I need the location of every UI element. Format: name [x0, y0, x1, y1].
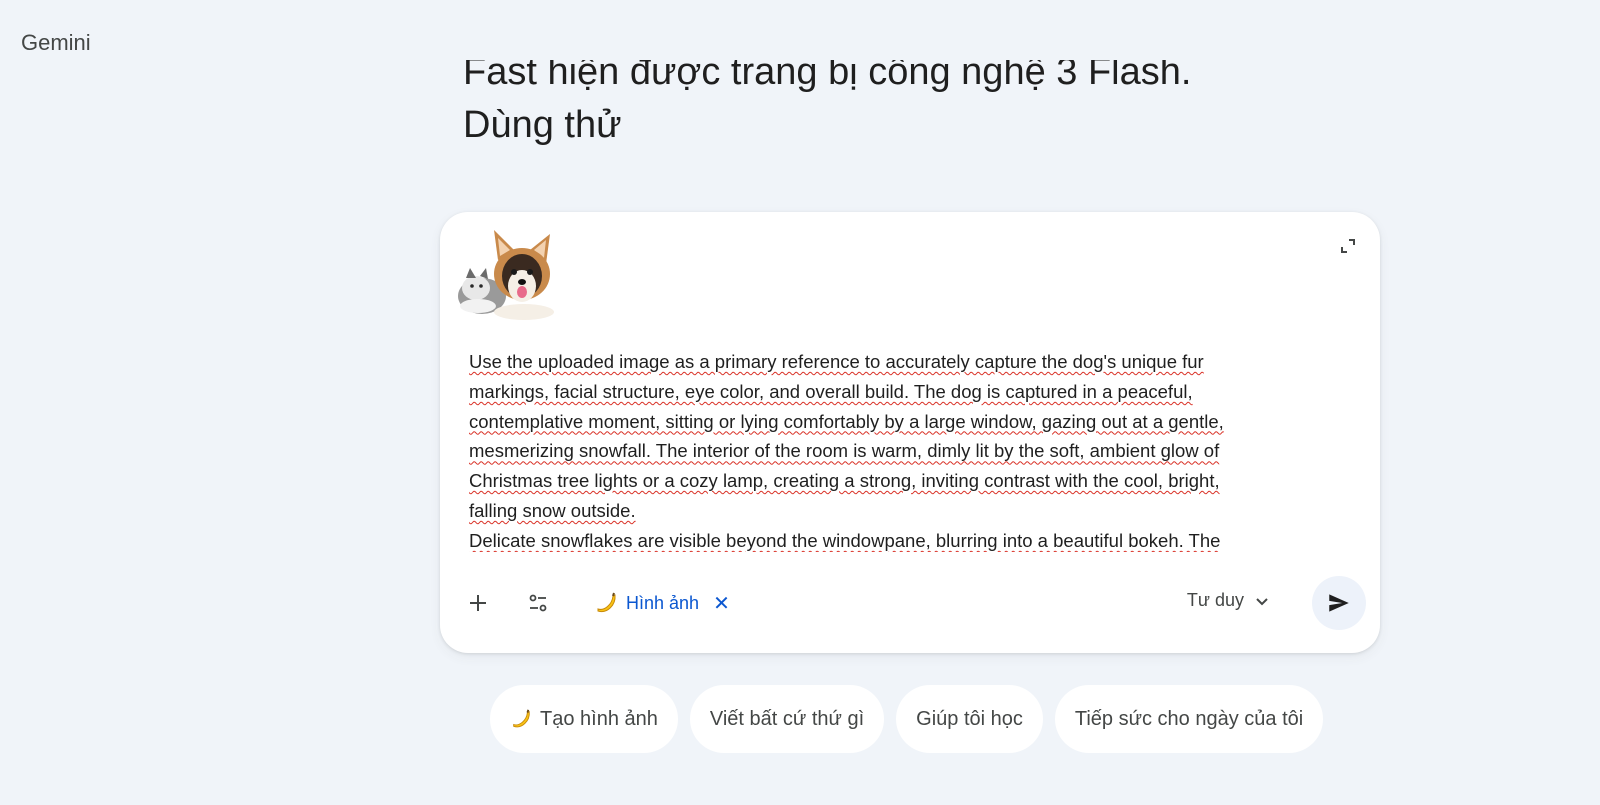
suggestion-write-anything[interactable]: Viết bất cứ thứ gì [689, 685, 885, 753]
suggestion-create-image[interactable]: Tạo hình ảnh [490, 685, 678, 753]
attachment-thumbnail[interactable] [454, 226, 556, 320]
suggestion-help-me-learn[interactable]: Giúp tôi học [896, 685, 1043, 753]
try-it-link[interactable]: Dùng thử [463, 99, 1363, 152]
promo-headline: Fast hiện được trang bị công nghệ 3 Flas… [463, 60, 1363, 180]
headline-line-1: Fast hiện được trang bị công nghệ 3 Flas… [463, 60, 1192, 93]
tools-button[interactable] [518, 583, 558, 623]
suggestion-label: Tạo hình ảnh [540, 707, 658, 730]
composer-toolbar: Hình ảnh ✕ Tư duy [454, 576, 1366, 630]
suggestion-chips: Tạo hình ảnh Viết bất cứ thứ gì Giúp tôi… [490, 685, 1324, 753]
banana-icon [513, 709, 530, 728]
image-tool-chip[interactable]: Hình ảnh ✕ [594, 586, 730, 620]
expand-icon [1341, 239, 1355, 253]
suggestion-boost-my-day[interactable]: Tiếp sức cho ngày của tôi [1054, 685, 1324, 753]
suggestion-label: Viết bất cứ thứ gì [709, 707, 865, 730]
suggestion-label: Tiếp sức cho ngày của tôi [1074, 707, 1304, 730]
suggestion-label: Giúp tôi học [916, 707, 1023, 730]
image-tool-label: Hình ảnh [626, 592, 700, 613]
mode-label: Tư duy [1186, 590, 1244, 610]
prompt-line: contemplative moment, sitting or lying c… [469, 410, 1224, 432]
banana-icon [597, 592, 616, 613]
chevron-down-icon [1256, 597, 1268, 605]
tools-sliders-icon [529, 594, 547, 612]
prompt-line: markings, facial structure, eye color, a… [469, 380, 1193, 402]
plus-icon [470, 595, 486, 611]
add-button[interactable] [458, 583, 498, 623]
prompt-composer: Use the uploaded image as a primary refe… [440, 212, 1380, 653]
prompt-line: Christmas tree lights or a cozy lamp, cr… [469, 470, 1220, 492]
app-title: Gemini [21, 30, 91, 55]
mode-selector[interactable]: Tư duy [1187, 590, 1270, 611]
prompt-line: falling snow outside. [469, 499, 636, 521]
remove-image-tool-button[interactable]: ✕ [713, 591, 730, 616]
send-button[interactable] [1312, 576, 1366, 630]
prompt-input[interactable]: Use the uploaded image as a primary refe… [469, 347, 1309, 552]
send-icon [1329, 594, 1349, 612]
prompt-line: mesmerizing snowfall. The interior of th… [469, 440, 1220, 462]
dog-and-cat-photo-icon [458, 230, 554, 320]
prompt-line: Use the uploaded image as a primary refe… [469, 351, 1204, 372]
prompt-line: Delicate snowflakes are visible beyond t… [469, 529, 1221, 551]
expand-button[interactable] [1336, 234, 1360, 258]
